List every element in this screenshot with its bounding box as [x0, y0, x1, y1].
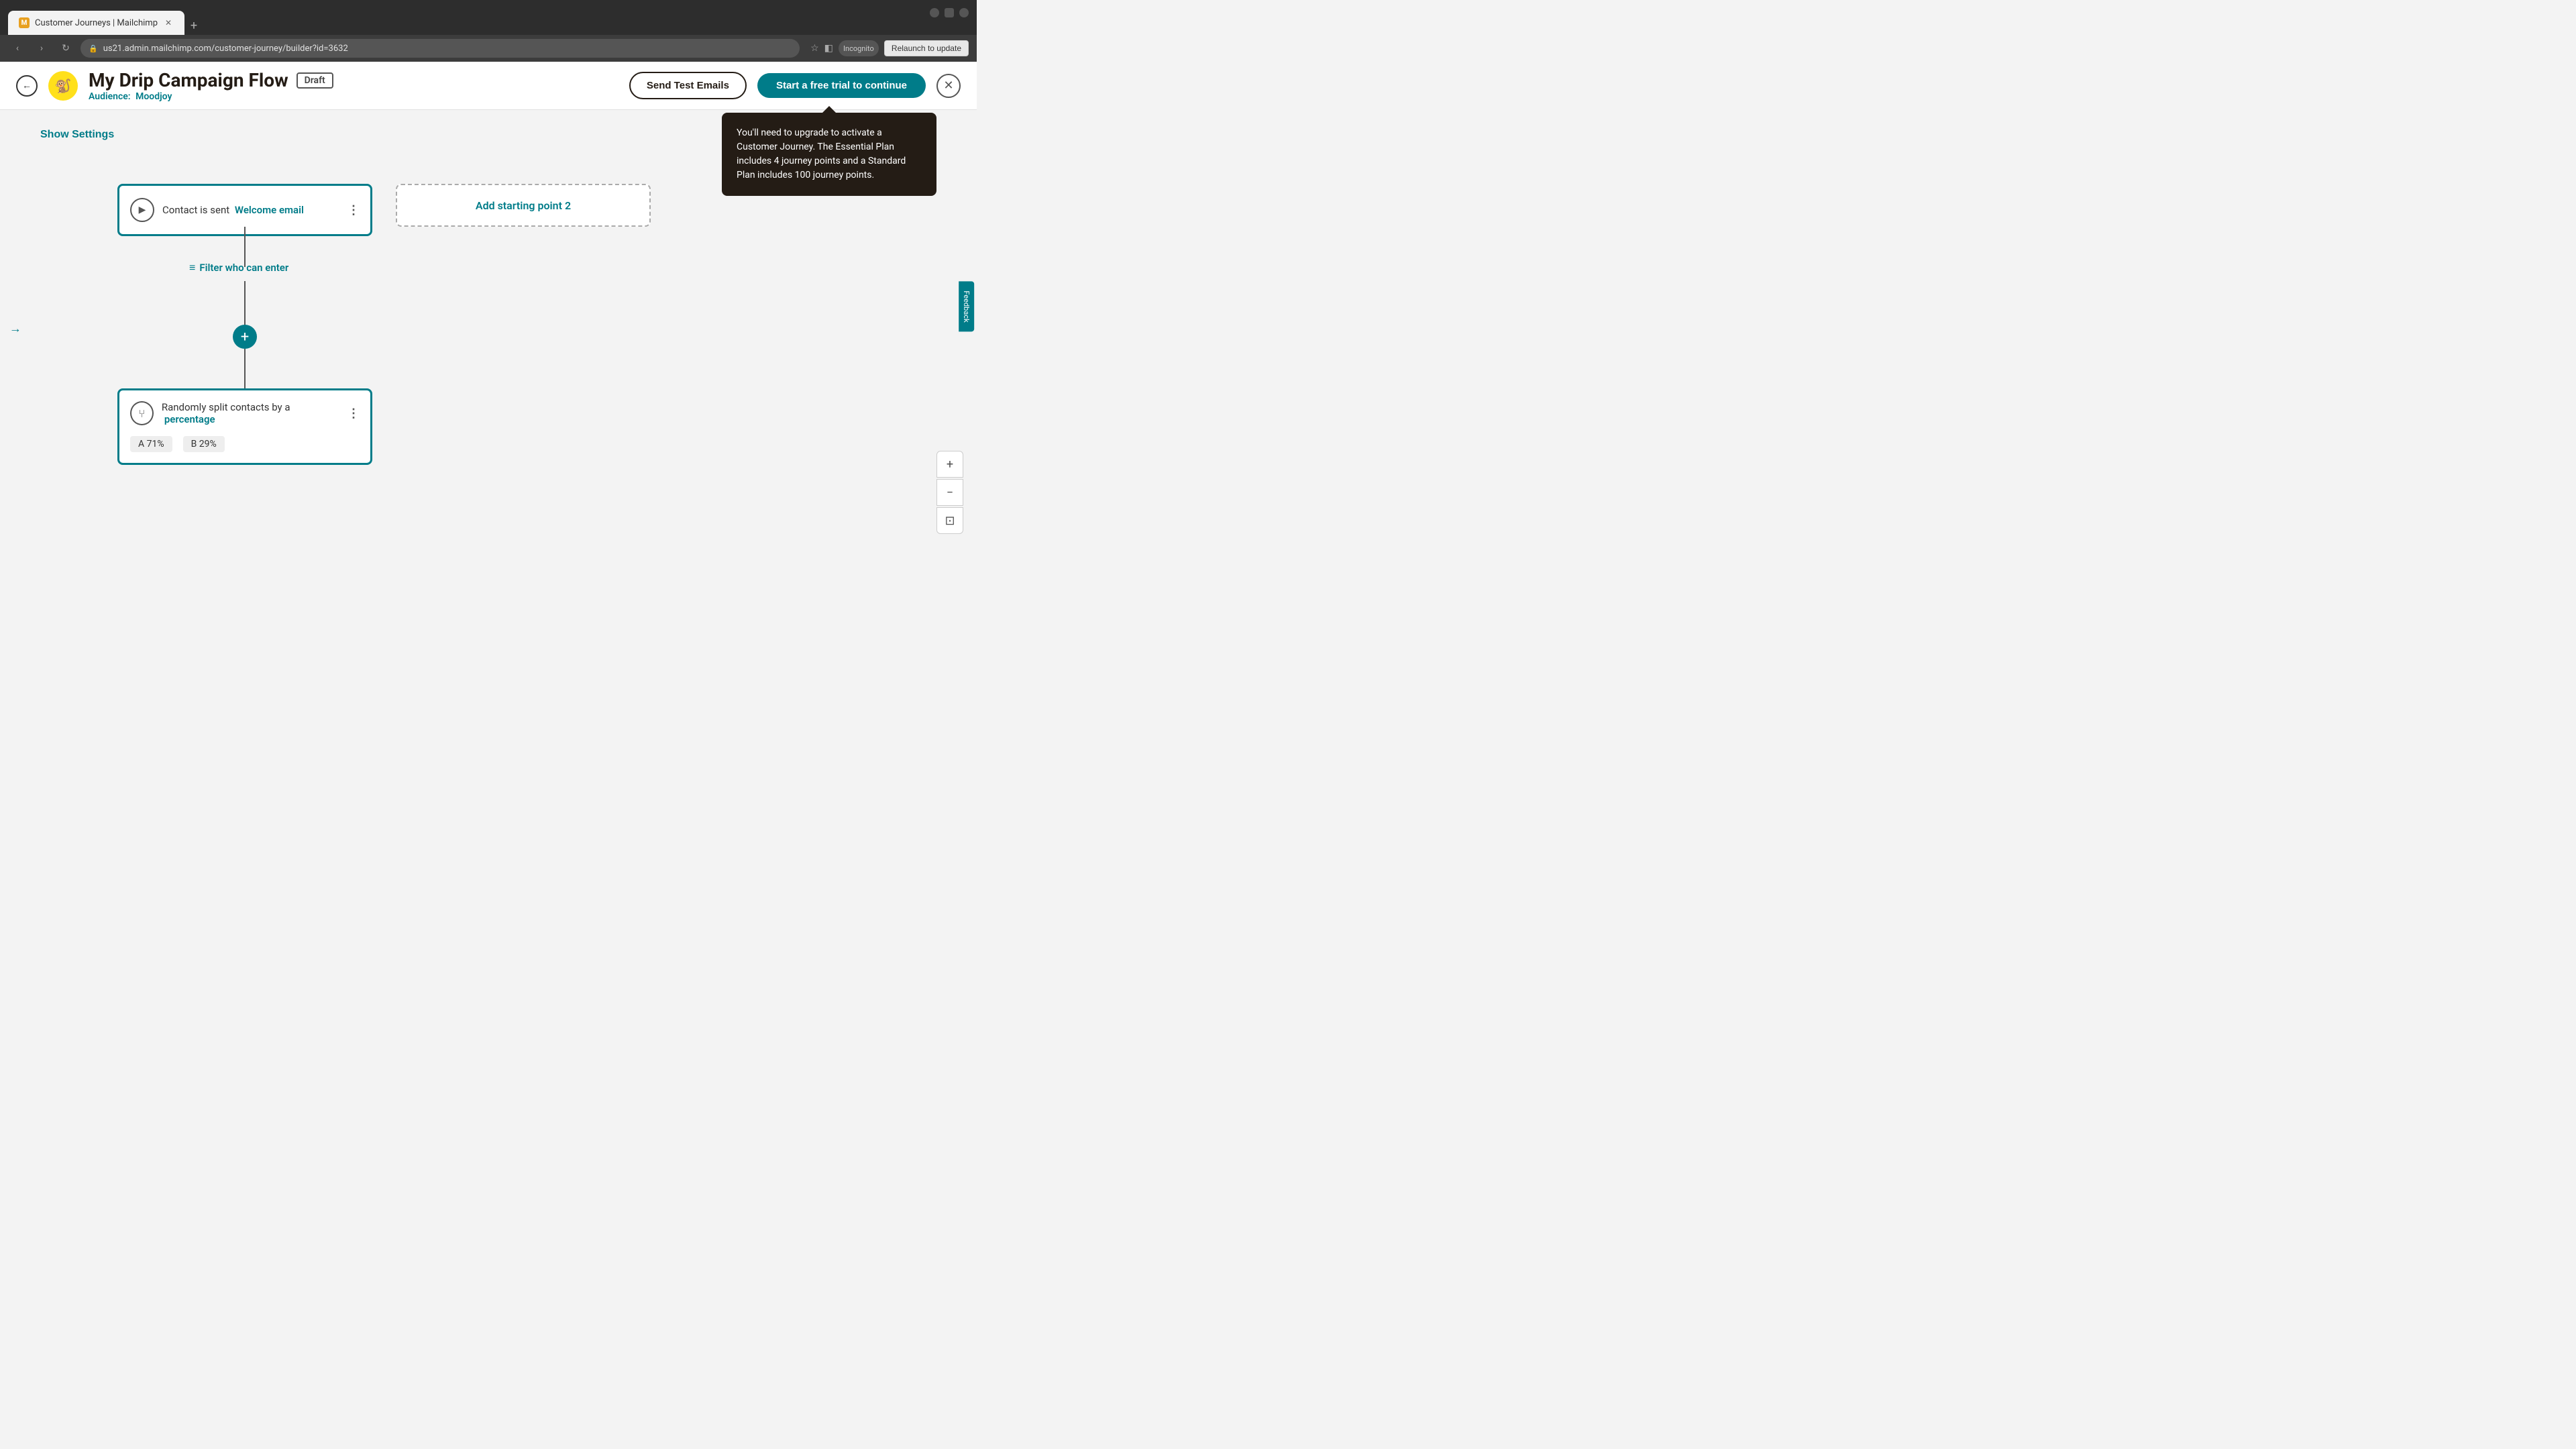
- add-starting-point-label: Add starting point 2: [476, 199, 571, 212]
- filter-icon: ≡: [189, 261, 195, 274]
- split-body: A 71% B 29%: [119, 436, 370, 463]
- tooltip-arrow: [822, 106, 836, 113]
- browser-action-buttons: ☆ ◧ Incognito Relaunch to update: [810, 40, 969, 56]
- address-bar-row: ‹ › ↻ 🔒 us21.admin.mailchimp.com/custome…: [0, 35, 977, 62]
- browser-tabs: M Customer Journeys | Mailchimp ✕ +: [8, 0, 203, 35]
- new-tab-button[interactable]: +: [184, 16, 203, 35]
- audience-label: Audience: Moodjoy: [89, 91, 619, 102]
- minimize-button[interactable]: [930, 8, 939, 17]
- app-header: ← 🐒 My Drip Campaign Flow Draft Audience…: [0, 62, 977, 110]
- connector-line-3: [244, 349, 246, 389]
- split-node: ⑂ Randomly split contacts by a percentag…: [117, 388, 372, 465]
- back-nav-button[interactable]: ‹: [8, 39, 27, 58]
- close-modal-button[interactable]: ✕: [936, 74, 961, 98]
- zoom-out-button[interactable]: −: [936, 479, 963, 506]
- maximize-button[interactable]: [945, 8, 954, 17]
- profile-button[interactable]: Incognito: [839, 40, 879, 56]
- campaign-name-area: My Drip Campaign Flow Draft: [89, 69, 619, 91]
- address-bar[interactable]: 🔒 us21.admin.mailchimp.com/customer-jour…: [80, 39, 800, 58]
- relaunch-button[interactable]: Relaunch to update: [884, 40, 969, 56]
- ssl-lock-icon: 🔒: [89, 44, 98, 53]
- zoom-controls: + − ⊡: [936, 451, 963, 534]
- split-text: Randomly split contacts by a percentage: [162, 401, 339, 425]
- upgrade-tooltip: You'll need to upgrade to activate a Cus…: [722, 113, 936, 196]
- trigger-highlight[interactable]: Welcome email: [235, 204, 304, 216]
- close-window-button[interactable]: [959, 8, 969, 17]
- tooltip-text: You'll need to upgrade to activate a Cus…: [737, 127, 906, 180]
- close-icon: ✕: [943, 78, 953, 93]
- show-settings-button[interactable]: Show Settings: [40, 129, 114, 141]
- filter-who-can-enter-link[interactable]: ≡ Filter who can enter: [189, 261, 288, 274]
- split-icon: ⑂: [130, 401, 154, 425]
- url-text: us21.admin.mailchimp.com/customer-journe…: [103, 44, 348, 54]
- start-trial-button[interactable]: Start a free trial to continue: [757, 73, 926, 98]
- filter-label: Filter who can enter: [199, 262, 288, 274]
- feedback-label: Feedback: [962, 291, 971, 323]
- campaign-name-text: My Drip Campaign Flow: [89, 69, 288, 91]
- active-tab[interactable]: M Customer Journeys | Mailchimp ✕: [8, 11, 184, 35]
- plus-icon: +: [241, 329, 249, 345]
- trigger-icon: ▶: [130, 198, 154, 222]
- split-a-badge: A 71%: [130, 436, 172, 452]
- zoom-in-button[interactable]: +: [936, 451, 963, 478]
- browser-title-bar: M Customer Journeys | Mailchimp ✕ +: [0, 0, 977, 35]
- expand-panel-icon[interactable]: →: [9, 322, 21, 336]
- add-step-button[interactable]: +: [233, 325, 257, 349]
- node-menu-button[interactable]: ⋮: [347, 203, 360, 217]
- split-b-badge: B 29%: [183, 436, 225, 452]
- back-button[interactable]: ←: [16, 75, 38, 97]
- node-trigger-text: Contact is sent Welcome email: [162, 204, 304, 216]
- send-test-emails-button[interactable]: Send Test Emails: [629, 72, 747, 99]
- extensions-icon[interactable]: ◧: [824, 43, 833, 54]
- window-controls: [930, 8, 969, 17]
- mailchimp-logo: 🐒: [48, 71, 78, 101]
- header-title-area: My Drip Campaign Flow Draft Audience: Mo…: [89, 69, 619, 102]
- bookmark-icon[interactable]: ☆: [810, 43, 819, 54]
- forward-nav-button[interactable]: ›: [32, 39, 51, 58]
- feedback-tab[interactable]: Feedback: [959, 282, 974, 332]
- split-header: ⑂ Randomly split contacts by a percentag…: [119, 390, 370, 436]
- tab-favicon: M: [19, 17, 30, 28]
- tab-title: Customer Journeys | Mailchimp: [35, 18, 158, 28]
- reload-button[interactable]: ↻: [56, 39, 75, 58]
- audience-name: Moodjoy: [136, 91, 172, 102]
- app-container: ← 🐒 My Drip Campaign Flow Draft Audience…: [0, 62, 977, 547]
- header-actions: Send Test Emails Start a free trial to c…: [629, 72, 961, 99]
- split-menu-button[interactable]: ⋮: [347, 407, 360, 421]
- fit-view-button[interactable]: ⊡: [936, 507, 963, 534]
- draft-badge: Draft: [297, 72, 333, 89]
- back-arrow-icon: ←: [22, 80, 32, 91]
- tab-close-button[interactable]: ✕: [163, 17, 174, 28]
- add-starting-point-2-button[interactable]: Add starting point 2: [396, 184, 651, 227]
- split-highlight[interactable]: percentage: [164, 413, 215, 425]
